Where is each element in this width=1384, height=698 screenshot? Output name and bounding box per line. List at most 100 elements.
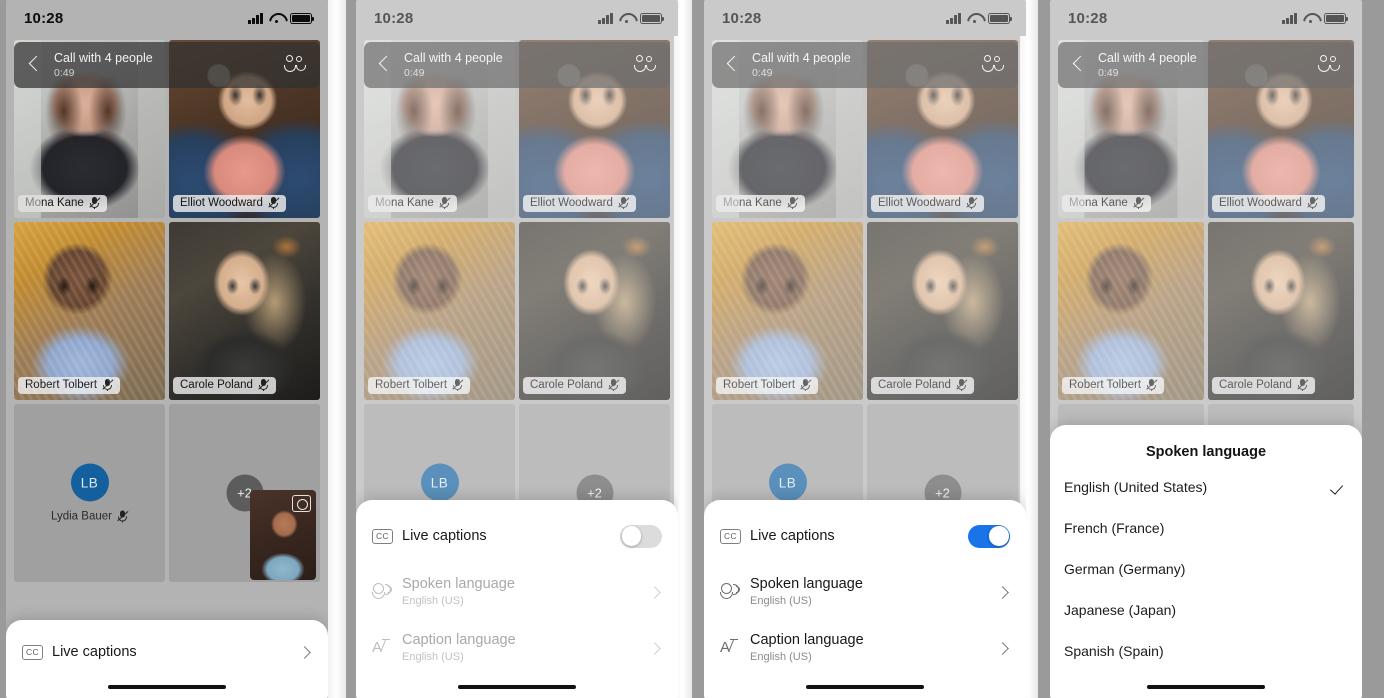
cc-icon: CC [372,528,393,544]
mic-off-icon [258,379,270,391]
battery-icon [640,12,665,24]
mic-off-icon [117,510,129,523]
call-timer: 0:49 [54,67,75,80]
participant-name: Robert Tolbert [375,379,448,391]
mic-off-icon [1133,197,1145,209]
chevron-left-icon[interactable] [374,54,396,76]
mic-off-icon [956,379,968,391]
row-title: Spoken language [402,576,515,593]
participant-tile[interactable]: Carole Poland [169,222,320,400]
participant-tile[interactable]: Robert Tolbert [712,222,863,400]
language-option-row[interactable]: French (France) [1050,507,1362,548]
status-bar: 10:28 [356,0,678,36]
call-title: Call with 4 people [404,50,503,65]
chevron-right-icon[interactable] [996,641,1010,655]
spoken-language-row[interactable]: Spoken language English (US) [356,564,678,620]
participant-tile[interactable]: Robert Tolbert [14,222,165,400]
multi-phone-screenshot: 10:28 Mona Kane Elliot Woodward Robert T… [0,0,1384,698]
chevron-right-icon[interactable] [648,585,662,599]
live-captions-row[interactable]: CC Live captions [704,508,1026,564]
people-icon[interactable] [982,54,1006,76]
chevron-right-icon[interactable] [648,641,662,655]
spoken-language-icon-wrap [372,582,402,602]
call-timer: 0:49 [1098,67,1119,80]
caption-language-row[interactable]: A Caption language English (US) [704,620,1026,676]
participant-name: Elliot Woodward [1219,197,1302,209]
chevron-right-icon[interactable] [298,645,312,659]
battery-icon [290,12,315,24]
language-option-row[interactable]: Japanese (Japan) [1050,589,1362,630]
participant-tile[interactable]: Carole Poland [867,222,1018,400]
row-title: Live captions [402,527,487,544]
phone-panel-captions-off: 10:28 Mona Kane Elliot Woodward Robert T… [346,0,692,698]
chevron-left-icon[interactable] [1068,54,1090,76]
cellular-signal-icon [598,12,613,24]
row-texts: Live captions [52,643,298,661]
live-captions-toggle[interactable] [968,524,1010,548]
participant-tile[interactable]: Carole Poland [519,222,670,400]
call-timer: 0:49 [752,67,773,80]
spoken-language-row[interactable]: Spoken language English (US) [704,564,1026,620]
row-title: Live captions [52,643,137,660]
participant-tile[interactable]: Carole Poland [1208,222,1354,400]
chevron-left-icon[interactable] [722,54,744,76]
people-icon[interactable] [1318,54,1342,76]
cellular-signal-icon [946,12,961,24]
participant-name: Robert Tolbert [723,379,796,391]
avatar: LB [70,463,109,502]
caption-language-icon-wrap: A [720,638,750,658]
chevron-left-icon[interactable] [24,54,46,76]
caption-language-row[interactable]: A Caption language English (US) [356,620,678,676]
participant-name: Carole Poland [878,379,951,391]
phone-screen: 10:28 Mona Kane Elliot Woodward Robert T… [704,0,1026,698]
participant-name: Carole Poland [180,379,253,391]
chevron-right-icon[interactable] [996,585,1010,599]
status-icons [946,12,1013,24]
participant-tile-avatar[interactable]: LB Lydia Bauer [14,404,165,582]
mic-off-icon [439,197,451,209]
participant-nametag: Mona Kane [368,195,457,212]
cc-icon-wrap: CC [720,528,750,544]
participant-nametag: Mona Kane [18,195,107,212]
people-icon[interactable] [634,54,658,76]
caption-language-icon: A [720,638,742,658]
participant-nametag: Robert Tolbert [18,377,121,394]
call-header-texts: Call with 4 people 0:49 [404,51,634,79]
flip-camera-icon[interactable] [292,495,311,512]
mic-off-icon [102,379,114,391]
mic-off-icon [1307,197,1319,209]
live-captions-toggle[interactable] [620,524,662,548]
mic-off-icon [452,379,464,391]
status-bar: 10:28 [1050,0,1362,36]
call-header: Call with 4 people 0:49 [1058,42,1354,88]
check-icon [1332,479,1348,495]
participant-tile-overflow[interactable]: +2 [169,404,320,582]
row-texts: Caption language English (US) [402,631,648,665]
caption-language-icon: A [372,638,394,658]
people-icon[interactable] [284,54,308,76]
spoken-language-icon-wrap [720,582,750,602]
mic-off-icon [966,197,978,209]
phone-screen: 10:28 Mona Kane Elliot Woodward Robert T… [356,0,678,698]
self-view-pip[interactable] [250,490,316,580]
call-timer: 0:49 [404,67,425,80]
participant-tile[interactable]: Robert Tolbert [1058,222,1204,400]
participant-name: Mona Kane [723,197,782,209]
live-captions-row[interactable]: CC Live captions [6,620,328,672]
battery-icon [1324,12,1349,24]
language-option-row[interactable]: Spanish (Spain) [1050,630,1362,671]
participant-tile[interactable]: Robert Tolbert [364,222,515,400]
language-option-row[interactable]: English (United States) [1050,466,1362,507]
participant-nametag: Elliot Woodward [523,195,636,212]
participant-nametag: Robert Tolbert [716,377,819,394]
participant-name: Robert Tolbert [1069,379,1142,391]
call-header: Call with 4 people 0:49 [14,42,320,88]
mic-off-icon [268,197,280,209]
language-option-row[interactable]: German (Germany) [1050,548,1362,589]
avatar-block: LB Lydia Bauer [14,463,165,523]
live-captions-sheet: CC Live captions Spoken language English… [704,500,1026,698]
panel-divider [328,0,346,698]
live-captions-row[interactable]: CC Live captions [356,508,678,564]
cc-icon: CC [720,528,741,544]
phone-panel-captions-on: 10:28 Mona Kane Elliot Woodward Robert T… [692,0,1038,698]
